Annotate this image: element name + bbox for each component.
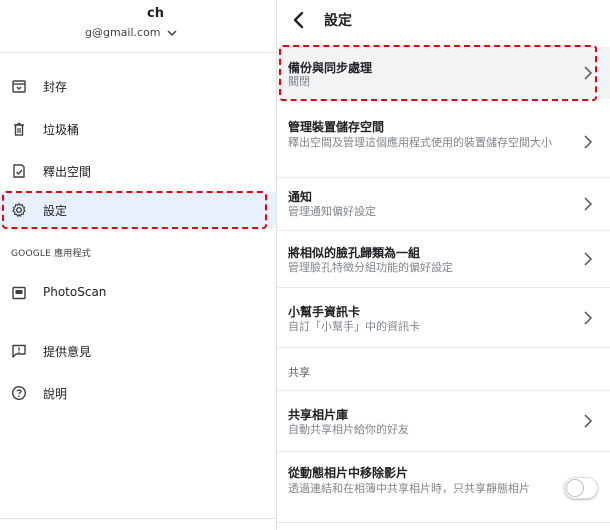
setting-subtitle: 自訂「小幫手」中的資訊卡 (288, 320, 420, 333)
nav-item-label: PhotoScan (43, 285, 107, 299)
divider (0, 518, 276, 519)
feedback-icon (12, 344, 26, 358)
divider (277, 522, 610, 523)
row-divider (277, 177, 610, 178)
row-divider (277, 230, 610, 231)
nav-item-label: 釋出空間 (43, 165, 92, 179)
page-title: 設定 (324, 13, 352, 29)
chevron-right-icon (584, 414, 593, 428)
row-divider (277, 390, 610, 391)
nav-item-trash[interactable]: 垃圾桶 (0, 111, 276, 147)
remove-motion-video-toggle[interactable] (564, 477, 598, 499)
chevron-right-icon (584, 311, 593, 325)
google-apps-header: GOOGLE 應用程式 (11, 249, 91, 259)
account-email: g@gmail.com (85, 26, 161, 39)
nav-item-label: 封存 (43, 80, 68, 94)
setting-title: 管理裝置儲存空間 (288, 120, 385, 134)
setting-title: 通知 (288, 190, 313, 204)
archive-icon (12, 80, 26, 93)
gear-icon (12, 202, 26, 217)
setting-subtitle: 關閉 (288, 75, 310, 88)
nav-item-photoscan[interactable]: PhotoScan (0, 275, 276, 311)
toggle-knob (566, 479, 584, 497)
setting-row-shared-library[interactable]: 共享相片庫 自動共享相片給你的好友 (277, 396, 610, 446)
back-arrow-icon[interactable] (289, 10, 309, 30)
free-up-space-icon (13, 164, 25, 178)
account-email-switcher[interactable]: g@gmail.com (85, 26, 177, 39)
setting-subtitle: 透過連結和在相簿中共享相片時，只共享靜態相片 (288, 482, 530, 495)
photoscan-icon (12, 286, 26, 300)
nav-item-free-up-space[interactable]: 釋出空間 (0, 153, 276, 189)
chevron-right-icon (584, 252, 593, 266)
setting-subtitle: 釋出空間及管理這個應用程式使用的裝置儲存空間大小 (288, 136, 552, 149)
setting-row-assistant-cards[interactable]: 小幫手資訊卡 自訂「小幫手」中的資訊卡 (277, 292, 610, 342)
setting-title: 小幫手資訊卡 (288, 305, 361, 319)
row-divider (277, 347, 610, 348)
setting-row-face-grouping[interactable]: 將相似的臉孔歸類為一組 管理臉孔特徵分組功能的偏好設定 (277, 233, 610, 283)
setting-row-remove-motion-video[interactable]: 從動態相片中移除影片 透過連結和在相簿中共享相片時，只共享靜態相片 (277, 456, 610, 516)
chevron-right-icon (584, 66, 593, 80)
sharing-section-header: 共享 (288, 366, 310, 379)
nav-item-label: 垃圾桶 (43, 123, 80, 137)
setting-subtitle: 管理臉孔特徵分組功能的偏好設定 (288, 261, 453, 274)
row-divider (277, 451, 610, 452)
settings-pane: 設定 備份與同步處理 關閉 管理裝置儲存空間 釋出空間及管理這個應用程式使用的裝… (277, 0, 610, 530)
nav-item-feedback[interactable]: 提供意見 (0, 333, 276, 369)
nav-item-help[interactable]: 說明 (0, 375, 276, 411)
chevron-right-icon (584, 135, 593, 149)
nav-item-label: 設定 (43, 204, 68, 218)
account-name: ch (147, 6, 164, 21)
setting-title: 將相似的臉孔歸類為一組 (288, 246, 421, 260)
setting-title: 從動態相片中移除影片 (288, 466, 409, 480)
nav-item-archive[interactable]: 封存 (0, 68, 276, 104)
setting-title: 共享相片庫 (288, 408, 349, 422)
trash-icon (14, 122, 24, 136)
settings-topbar: 設定 (277, 0, 610, 40)
setting-row-backup-sync[interactable]: 備份與同步處理 關閉 (277, 47, 610, 99)
nav-item-label: 提供意見 (43, 345, 92, 359)
setting-subtitle: 管理通知偏好設定 (288, 205, 376, 218)
nav-item-label: 說明 (43, 387, 68, 401)
setting-subtitle: 自動共享相片給你的好友 (288, 423, 409, 436)
row-divider (277, 287, 610, 288)
navigation-drawer: ch g@gmail.com 封存 垃圾桶 釋出空間 設定 GOOGLE 應用程… (0, 0, 276, 530)
setting-row-notifications[interactable]: 通知 管理通知偏好設定 (277, 179, 610, 227)
help-icon (11, 385, 27, 401)
chevron-down-icon (167, 29, 177, 36)
nav-item-settings[interactable]: 設定 (0, 192, 276, 228)
chevron-right-icon (584, 197, 593, 211)
setting-row-manage-storage[interactable]: 管理裝置儲存空間 釋出空間及管理這個應用程式使用的裝置儲存空間大小 (277, 108, 610, 170)
account-header[interactable]: ch g@gmail.com (0, 0, 276, 53)
